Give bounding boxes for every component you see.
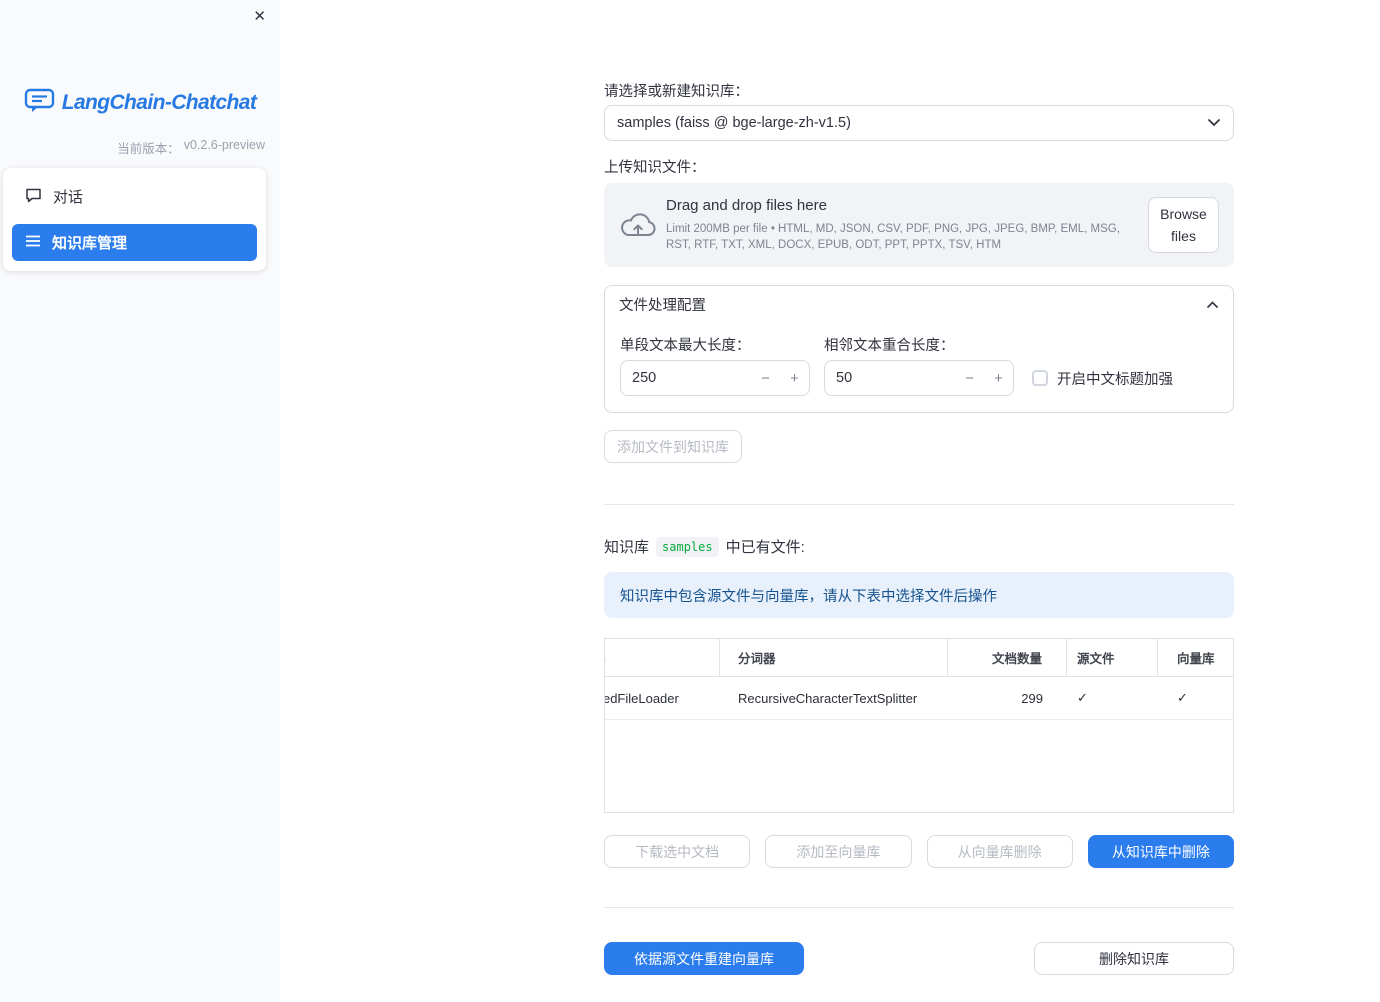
add-to-vector-button[interactable]: 添加至向量库 xyxy=(765,835,912,868)
sidebar-close-icon[interactable]: ✕ xyxy=(253,8,266,26)
cell-loader: UnstructuredFileLoader xyxy=(605,690,679,706)
chunk-plus-button[interactable]: + xyxy=(780,370,809,387)
expander-body: 单段文本最大长度： 相邻文本重合长度： 250 − + 50 − + 开启中文标… xyxy=(605,334,1233,412)
table-header-row: 文档加载器 分词器 文档数量 源文件 向量库 xyxy=(605,639,1233,677)
zh-title-enhance-group: 开启中文标题加强 xyxy=(1032,368,1173,389)
download-selected-button[interactable]: 下载选中文档 xyxy=(604,835,751,868)
delete-from-vector-button[interactable]: 从向量库删除 xyxy=(926,835,1073,868)
main-content: 请选择或新建知识库： samples (faiss @ bge-large-zh… xyxy=(604,0,1234,975)
cloud-upload-icon xyxy=(620,211,666,239)
sidebar-item-label: 对话 xyxy=(53,189,84,206)
cell-source-check: ✓ xyxy=(1077,690,1088,705)
col-header-splitter[interactable]: 分词器 xyxy=(720,639,948,676)
kb-bottom-actions: 依据源文件重建向量库 删除知识库 xyxy=(604,942,1234,975)
chevron-down-icon xyxy=(1207,115,1221,131)
logo-chat-icon xyxy=(24,87,55,118)
app-title: LangChain-Chatchat xyxy=(61,90,257,114)
cell-splitter: RecursiveCharacterTextSplitter xyxy=(738,690,918,706)
drag-drop-text: Drag and drop files here xyxy=(666,197,827,214)
chevron-up-icon xyxy=(1206,297,1219,313)
overlap-size-input: 50 − + xyxy=(824,360,1014,396)
col-header-doc-count[interactable]: 文档数量 xyxy=(948,639,1067,676)
add-files-to-kb-button[interactable]: 添加文件到知识库 xyxy=(604,430,742,463)
cell-doc-count: 299 xyxy=(1021,690,1043,706)
zh-title-enhance-label: 开启中文标题加强 xyxy=(1057,371,1173,388)
browse-files-button[interactable]: Browse files xyxy=(1148,197,1219,253)
chunk-size-input: 250 − + xyxy=(620,360,810,396)
chunk-minus-button[interactable]: − xyxy=(751,370,780,387)
overlap-size-value[interactable]: 50 xyxy=(825,370,955,386)
table-actions: 下载选中文档 添加至向量库 从向量库删除 从知识库中删除 xyxy=(604,835,1234,868)
expander-title: 文件处理配置 xyxy=(619,298,706,314)
rebuild-vector-store-button[interactable]: 依据源文件重建向量库 xyxy=(604,942,804,975)
overlap-size-label: 相邻文本重合长度： xyxy=(824,338,955,354)
kb-name-code: samples xyxy=(656,536,719,557)
col-header-loader[interactable]: 文档加载器 xyxy=(605,639,720,676)
info-alert: 知识库中包含源文件与向量库，请从下表中选择文件后操作 xyxy=(604,572,1234,618)
kb-select[interactable]: samples (faiss @ bge-large-zh-v1.5) xyxy=(604,105,1234,141)
divider xyxy=(604,504,1234,505)
kb-files-table[interactable]: 文档加载器 分词器 文档数量 源文件 向量库 UnstructuredFileL… xyxy=(604,638,1234,813)
table-row[interactable]: UnstructuredFileLoader RecursiveCharacte… xyxy=(605,677,1233,720)
cell-vector-check: ✓ xyxy=(1177,690,1188,705)
sidebar-item-label: 知识库管理 xyxy=(52,235,128,252)
chunk-size-label: 单段文本最大长度： xyxy=(620,338,751,354)
delete-from-kb-button[interactable]: 从知识库中删除 xyxy=(1087,835,1234,868)
overlap-plus-button[interactable]: + xyxy=(984,370,1013,387)
sidebar-item-dialogue[interactable]: 对话 xyxy=(12,178,257,215)
file-uploader-dropzone[interactable]: Drag and drop files here Limit 200MB per… xyxy=(604,183,1234,267)
upload-label: 上传知识文件： xyxy=(604,160,706,176)
upload-limit-text: Limit 200MB per file • HTML, MD, JSON, C… xyxy=(666,223,1120,251)
col-header-source[interactable]: 源文件 xyxy=(1067,639,1158,676)
list-icon xyxy=(25,234,41,252)
kb-select-label: 请选择或新建知识库： xyxy=(604,84,749,100)
overlap-minus-button[interactable]: − xyxy=(955,370,984,387)
logo: LangChain-Chatchat xyxy=(0,87,280,118)
chat-bubble-icon xyxy=(25,187,42,207)
file-config-expander: 文件处理配置 单段文本最大长度： 相邻文本重合长度： 250 − + 50 − … xyxy=(604,285,1234,413)
sidebar: ✕ LangChain-Chatchat 当前版本： v0.2.6-previe… xyxy=(0,0,280,1002)
divider xyxy=(604,907,1234,908)
version-text: 当前版本： v0.2.6-preview xyxy=(117,138,265,156)
zh-title-enhance-checkbox[interactable] xyxy=(1032,370,1048,386)
kb-files-heading: 知识库 samples 中已有文件: xyxy=(604,536,1234,557)
col-header-vector[interactable]: 向量库 xyxy=(1158,639,1233,676)
sidebar-item-kb-management[interactable]: 知识库管理 xyxy=(12,224,257,261)
sidebar-menu: 对话 知识库管理 xyxy=(3,168,266,271)
chunk-size-value[interactable]: 250 xyxy=(621,370,751,386)
uploader-texts: Drag and drop files here Limit 200MB per… xyxy=(666,197,1148,253)
delete-kb-button[interactable]: 删除知识库 xyxy=(1034,942,1234,975)
kb-select-value: samples (faiss @ bge-large-zh-v1.5) xyxy=(617,115,851,131)
expander-header[interactable]: 文件处理配置 xyxy=(605,286,1233,323)
